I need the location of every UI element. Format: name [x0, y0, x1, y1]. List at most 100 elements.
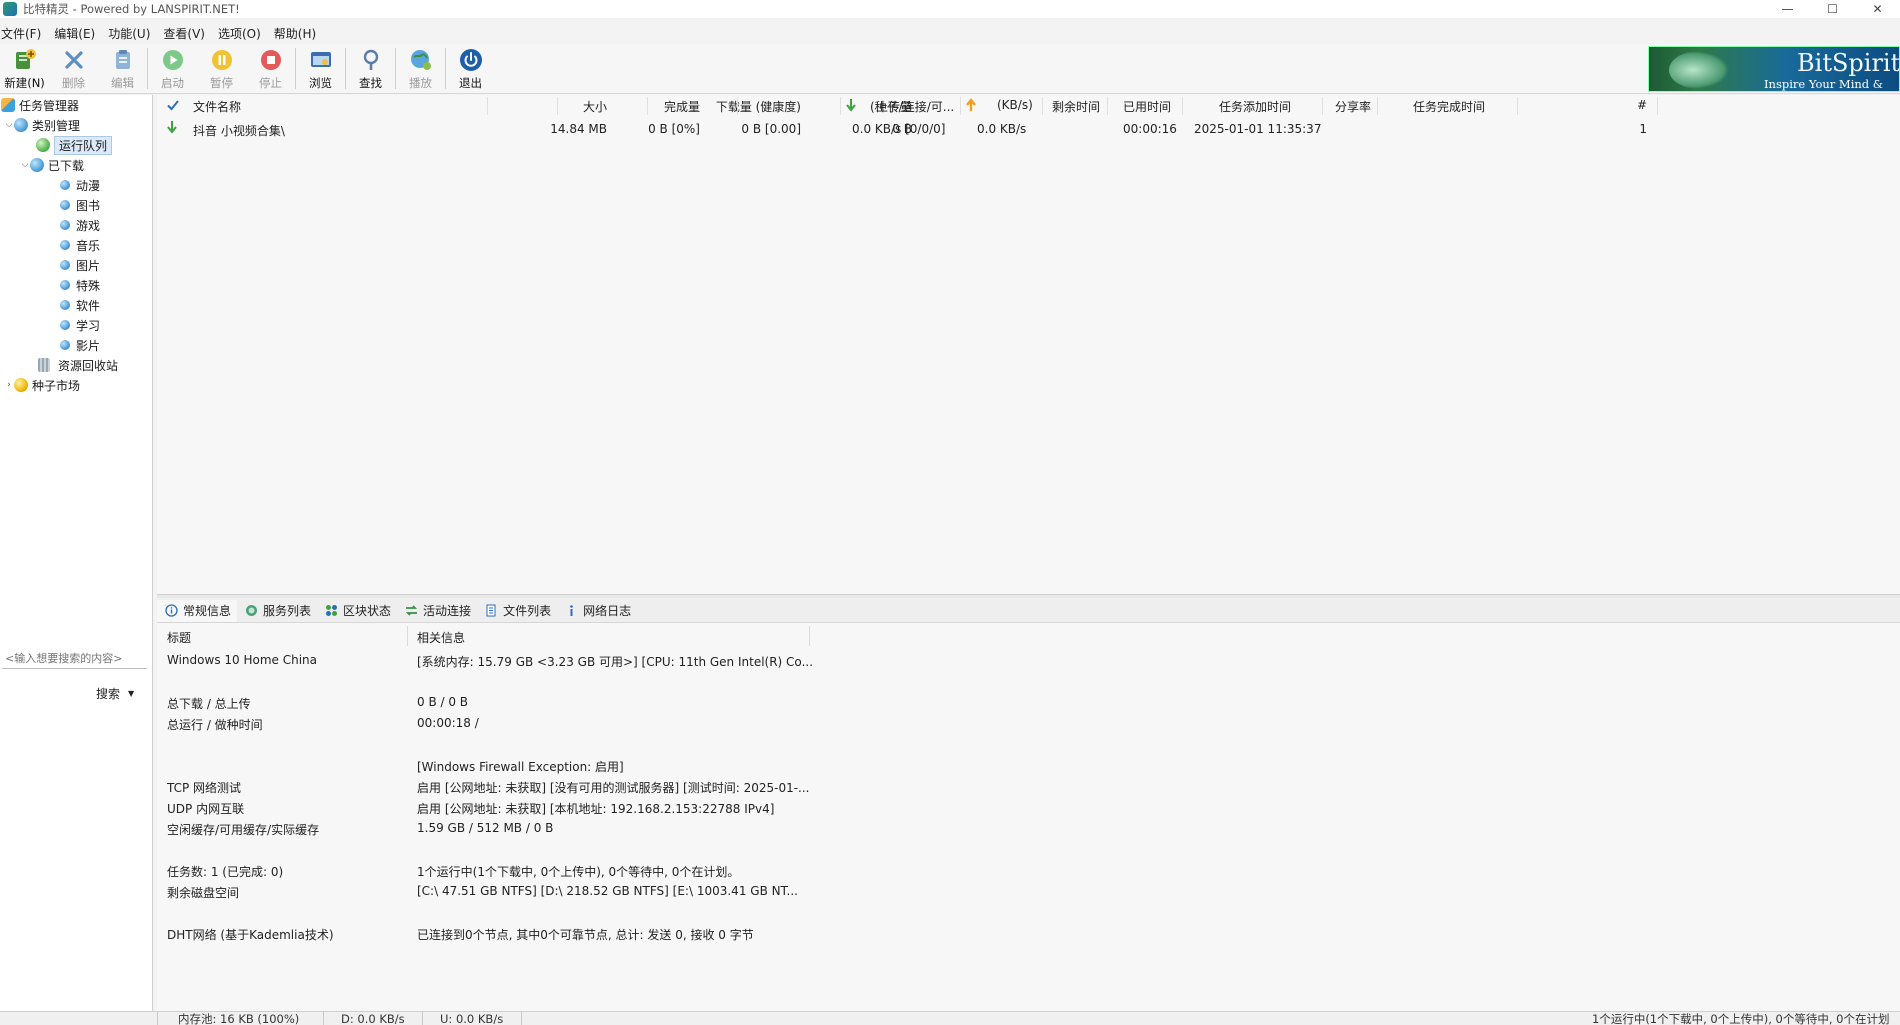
tree-category-item[interactable]: 游戏 [58, 216, 100, 234]
panel-splitter[interactable] [157, 594, 1900, 598]
col-divider[interactable] [1657, 97, 1658, 115]
info-label: 任务数: 1 (已完成: 0) [167, 865, 284, 879]
exit-button[interactable]: 退出 [446, 44, 495, 93]
tree-running-queue[interactable]: 运行队列 [36, 135, 113, 155]
col-file-name[interactable]: 文件名称 [193, 98, 241, 114]
find-button[interactable]: 查找 [346, 44, 395, 93]
menu-view[interactable]: 查看(V) [162, 25, 213, 42]
delete-button[interactable]: 删除 [49, 44, 98, 93]
close-button[interactable]: ✕ [1855, 0, 1900, 18]
tab-label: 服务列表 [263, 604, 312, 618]
tree-category-item[interactable]: 影片 [58, 336, 100, 354]
col-divider[interactable] [960, 97, 961, 115]
task-manager-icon [1, 98, 15, 112]
start-button[interactable]: 启动 [148, 44, 197, 93]
col-share-ratio[interactable]: 分享率 [1335, 98, 1371, 114]
tree-label: 图书 [76, 198, 101, 213]
browse-button[interactable]: 浏览 [296, 44, 345, 93]
tree-label: 种子市场 [32, 378, 81, 393]
col-elapsed[interactable]: 已用时间 [1123, 98, 1171, 114]
info-label: 空闲缓存/可用缓存/实际缓存 [167, 823, 320, 837]
tree-label: 学习 [76, 318, 101, 333]
tab-file-list[interactable]: 文件列表 [477, 600, 557, 622]
tab-network-log[interactable]: 网络日志 [557, 600, 637, 622]
play-button[interactable]: 播放 [396, 44, 445, 93]
menu-edit[interactable]: 编辑(E) [53, 25, 103, 42]
globe-green-icon [36, 138, 50, 152]
col-divider[interactable] [809, 626, 810, 646]
browse-window-icon [308, 47, 334, 73]
menu-help[interactable]: 帮助(H) [273, 25, 324, 42]
tab-label: 活动连接 [423, 604, 472, 618]
chevron-down-icon[interactable]: ⌵ [20, 160, 30, 170]
category-dot-icon [60, 280, 70, 290]
col-divider[interactable] [1042, 97, 1043, 115]
menu-options[interactable]: 选项(O) [217, 25, 269, 42]
connections-icon [405, 604, 418, 617]
tree-category-item[interactable]: 学习 [58, 316, 100, 334]
col-remaining[interactable]: 剩余时间 [1052, 98, 1100, 114]
pause-circle-icon [209, 47, 235, 73]
task-up-speed: 0.0 KB/s [977, 122, 1027, 136]
col-up-speed[interactable]: (KB/s) [997, 98, 1033, 114]
status-divider [521, 1012, 522, 1025]
downloading-arrow-icon [166, 120, 178, 137]
tree-category-item[interactable]: 软件 [58, 296, 100, 314]
new-button-label: 新建(N) [4, 76, 45, 90]
category-dot-icon [60, 340, 70, 350]
new-button[interactable]: 新建(N) [0, 44, 49, 93]
general-info-panel: 标题 相关信息 Windows 10 Home China [系统内存: 15.… [157, 623, 1900, 1011]
category-dot-icon [60, 300, 70, 310]
menu-file[interactable]: 文件(F) [0, 25, 49, 42]
col-index[interactable]: # [1517, 98, 1647, 114]
tree-category-item[interactable]: 图书 [58, 196, 100, 214]
search-input[interactable] [2, 649, 147, 669]
col-added-time[interactable]: 任务添加时间 [1219, 98, 1291, 114]
browse-button-label: 浏览 [309, 76, 332, 90]
tree-root-task-manager[interactable]: 任务管理器 [1, 96, 79, 114]
col-divider[interactable] [1322, 97, 1323, 115]
edit-button[interactable]: 编辑 [98, 44, 147, 93]
delete-x-icon [61, 47, 87, 73]
menu-function[interactable]: 功能(U) [107, 25, 158, 42]
tree-recycle-bin[interactable]: 资源回收站 [38, 356, 118, 374]
toolbar: 新建(N) 删除 编辑 启动 暂停 停止 浏览 查找 播放 退出 [0, 44, 1900, 94]
maximize-button[interactable]: ☐ [1810, 0, 1855, 18]
tree-category-item[interactable]: 图片 [58, 256, 100, 274]
tab-active-connections[interactable]: 活动连接 [397, 600, 477, 622]
window-title: 比特精灵 - Powered by LANSPIRIT.NET! [23, 2, 240, 16]
info-value: [系统内存: 15.79 GB <3.23 GB 可用>] [CPU: 11th… [417, 655, 814, 669]
stop-circle-icon [258, 47, 284, 73]
col-divider[interactable] [1107, 97, 1108, 115]
chevron-down-icon[interactable]: ⌵ [4, 120, 14, 130]
tree-seed-market[interactable]: › 种子市场 [4, 376, 80, 394]
col-divider[interactable] [840, 97, 841, 115]
info-header-details[interactable]: 相关信息 [417, 629, 465, 646]
tree-downloaded[interactable]: ⌵ 已下载 [20, 156, 84, 174]
tree-label: 资源回收站 [58, 358, 119, 373]
find-button-label: 查找 [359, 76, 382, 90]
tree-category-item[interactable]: 特殊 [58, 276, 100, 294]
tree-category-item[interactable]: 音乐 [58, 236, 100, 254]
tab-general-info[interactable]: 常规信息 [157, 599, 238, 622]
chevron-right-icon[interactable]: › [4, 380, 14, 390]
select-all-check-icon[interactable] [166, 98, 180, 114]
info-header-title[interactable]: 标题 [167, 629, 191, 646]
seed-market-icon [14, 378, 28, 392]
col-divider[interactable] [1377, 97, 1378, 115]
col-divider[interactable] [1182, 97, 1183, 115]
tab-service-list[interactable]: 服务列表 [237, 600, 317, 622]
stop-button[interactable]: 停止 [246, 44, 295, 93]
search-button[interactable]: 搜索 ▼ [96, 685, 134, 702]
col-divider[interactable] [407, 626, 408, 646]
tab-block-status[interactable]: 区块状态 [317, 600, 397, 622]
search-button-label: 搜索 [96, 687, 121, 701]
col-completed-time[interactable]: 任务完成时间 [1413, 98, 1485, 114]
tree-label: 运行队列 [54, 135, 113, 155]
col-seeds-connections[interactable]: (种子/连接/可... [870, 98, 954, 114]
pause-button[interactable]: 暂停 [197, 44, 246, 93]
minimize-button[interactable]: — [1765, 0, 1810, 18]
tree-category-item[interactable]: 动漫 [58, 176, 100, 194]
info-label: 总运行 / 做种时间 [167, 718, 263, 732]
tree-category-mgmt[interactable]: ⌵ 类别管理 [4, 116, 80, 134]
